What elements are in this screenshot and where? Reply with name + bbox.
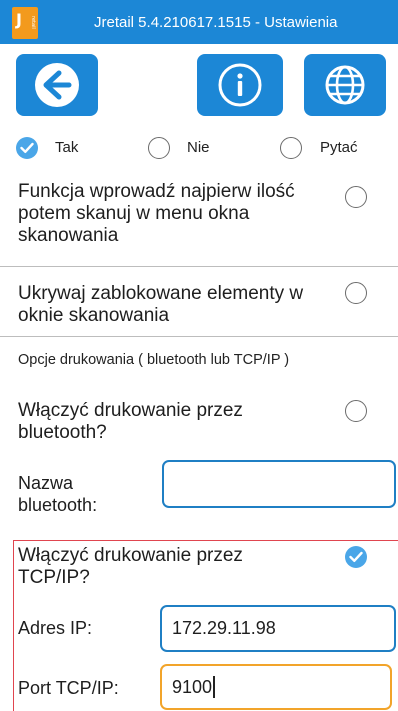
- app-logo-sub: retail: [30, 16, 36, 29]
- check-icon: [349, 551, 363, 562]
- radio-tak[interactable]: [16, 137, 38, 159]
- setting-hide-blocked-toggle[interactable]: [345, 282, 367, 304]
- tcp-print-label: Włączyć drukowanie przez TCP/IP?: [18, 545, 243, 588]
- bluetooth-name-input[interactable]: [162, 460, 396, 508]
- back-button[interactable]: [16, 54, 98, 116]
- setting-enter-qty-first-toggle[interactable]: [345, 186, 367, 208]
- radio-pytac-label: Pytać: [320, 139, 358, 156]
- divider: [0, 266, 398, 267]
- tcp-print-toggle[interactable]: [345, 546, 367, 568]
- window-title: Jretail 5.4.210617.1515 - Ustawienia: [94, 14, 338, 31]
- print-options-title: Opcje drukowania ( bluetooth lub TCP/IP …: [18, 352, 290, 368]
- bluetooth-print-toggle[interactable]: [345, 400, 367, 422]
- port-label: Port TCP/IP:: [18, 678, 119, 698]
- globe-icon: [325, 65, 365, 105]
- bluetooth-print-label: Włączyć drukowanie przez bluetooth?: [18, 400, 243, 443]
- app-logo-letter: J: [16, 10, 22, 29]
- app-logo: J retail: [12, 7, 38, 39]
- setting-enter-qty-first-label: Funkcja wprowadź najpierw ilość potem sk…: [18, 181, 295, 246]
- divider: [0, 336, 398, 337]
- text-cursor: [213, 676, 215, 698]
- radio-nie[interactable]: [148, 137, 170, 159]
- info-icon: [218, 63, 262, 107]
- radio-nie-label: Nie: [187, 139, 210, 156]
- radio-pytac[interactable]: [280, 137, 302, 159]
- arrow-left-icon: [35, 63, 79, 107]
- info-button[interactable]: [197, 54, 283, 116]
- port-input[interactable]: 9100: [160, 664, 392, 710]
- check-icon: [20, 142, 34, 153]
- ip-address-input[interactable]: 172.29.11.98: [160, 605, 396, 652]
- ip-address-label: Adres IP:: [18, 618, 93, 638]
- port-value: 9100: [172, 676, 213, 697]
- language-button[interactable]: [304, 54, 386, 116]
- title-bar: J retail Jretail 5.4.210617.1515 - Ustaw…: [0, 0, 398, 44]
- ip-address-value: 172.29.11.98: [172, 618, 276, 638]
- setting-hide-blocked-label: Ukrywaj zablokowane elementy w oknie ska…: [18, 283, 304, 326]
- bluetooth-name-label: Nazwa bluetooth:: [18, 473, 98, 515]
- radio-tak-label: Tak: [55, 139, 79, 156]
